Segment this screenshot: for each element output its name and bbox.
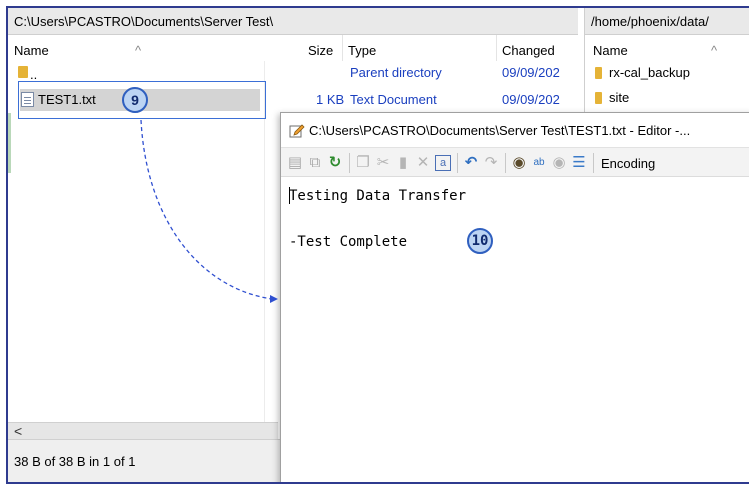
toolbar-separator bbox=[505, 153, 506, 173]
folder-icon bbox=[595, 92, 602, 104]
parent-folder-icon bbox=[18, 66, 28, 78]
file-changed: 09/09/202 bbox=[502, 92, 560, 107]
folder-icon bbox=[595, 67, 602, 79]
sort-ascending-icon: ^ bbox=[711, 43, 718, 58]
remote-row-rx-cal-backup[interactable]: rx-cal_backup bbox=[585, 63, 749, 83]
file-changed: 09/09/202 bbox=[502, 65, 560, 80]
horizontal-scrollbar[interactable]: < bbox=[8, 422, 278, 439]
find-icon[interactable]: ◉ bbox=[511, 155, 527, 171]
step-10-badge: 10 bbox=[467, 228, 493, 254]
find-next-icon[interactable]: ◉ bbox=[551, 155, 567, 171]
editor-text-area[interactable]: Testing Data Transfer -Test Complete 10 bbox=[281, 178, 749, 482]
undo-icon[interactable]: ↶ bbox=[463, 155, 479, 171]
file-type: Parent directory bbox=[350, 65, 442, 80]
status-text: 38 B of 38 B in 1 of 1 bbox=[14, 454, 136, 469]
editor-title-text: C:\Users\PCASTRO\Documents\Server Test\T… bbox=[309, 123, 691, 138]
cut-icon[interactable]: ✂ bbox=[375, 155, 391, 171]
select-all-icon[interactable]: a bbox=[435, 155, 451, 171]
redo-icon[interactable]: ↷ bbox=[483, 155, 499, 171]
remote-row-site[interactable]: site bbox=[585, 88, 749, 108]
reload-icon[interactable]: ↻ bbox=[327, 155, 343, 171]
column-size[interactable]: Size bbox=[308, 43, 333, 58]
file-size: 1 KB bbox=[316, 92, 345, 107]
editor-title-bar[interactable]: C:\Users\PCASTRO\Documents\Server Test\T… bbox=[281, 113, 749, 147]
column-divider[interactable] bbox=[496, 35, 497, 61]
replace-icon[interactable]: ab bbox=[531, 155, 547, 171]
save-icon[interactable]: ▤ bbox=[287, 155, 303, 171]
toolbar-separator bbox=[349, 153, 350, 173]
editor-window[interactable]: C:\Users\PCASTRO\Documents\Server Test\T… bbox=[280, 112, 749, 482]
goto-line-icon[interactable]: ☰ bbox=[571, 155, 587, 171]
sort-ascending-icon: ^ bbox=[135, 43, 142, 58]
remote-path-text: /home/phoenix/data/ bbox=[591, 14, 709, 29]
remote-column-header: Name ^ bbox=[585, 35, 749, 61]
encoding-menu[interactable]: Encoding bbox=[601, 156, 655, 171]
column-type[interactable]: Type bbox=[348, 43, 376, 58]
commander-window: C:\Users\PCASTRO\Documents\Server Test\ … bbox=[6, 6, 749, 484]
local-path-bar[interactable]: C:\Users\PCASTRO\Documents\Server Test\ bbox=[8, 8, 578, 35]
editor-line-3: -Test Complete bbox=[289, 234, 408, 250]
column-divider[interactable] bbox=[342, 35, 343, 61]
copy-icon[interactable]: ❐ bbox=[355, 155, 371, 171]
local-path-text: C:\Users\PCASTRO\Documents\Server Test\ bbox=[14, 14, 274, 29]
folder-name: site bbox=[609, 90, 630, 105]
column-name[interactable]: Name bbox=[593, 43, 628, 58]
file-type: Text Document bbox=[350, 92, 437, 107]
local-column-header: Name ^ Size Type Changed bbox=[8, 35, 578, 61]
table-row-parent[interactable]: .. Parent directory 09/09/202 bbox=[8, 63, 578, 83]
toolbar-separator bbox=[457, 153, 458, 173]
toolbar-separator bbox=[593, 153, 594, 173]
edit-pencil-icon bbox=[289, 124, 305, 138]
editor-line-1: Testing Data Transfer bbox=[289, 188, 467, 204]
scroll-left-icon[interactable]: < bbox=[14, 423, 22, 439]
step-9-badge: 9 bbox=[122, 87, 148, 113]
save-as-icon[interactable]: ⧉ bbox=[307, 155, 323, 171]
column-name[interactable]: Name bbox=[14, 43, 49, 58]
column-changed[interactable]: Changed bbox=[502, 43, 555, 58]
file-name: .. bbox=[30, 67, 38, 82]
editor-toolbar: ▤ ⧉ ↻ ❐ ✂ ▮ ✕ a ↶ ↷ ◉ ab ◉ ☰ Encoding bbox=[281, 147, 749, 177]
paste-icon[interactable]: ▮ bbox=[395, 155, 411, 171]
delete-icon[interactable]: ✕ bbox=[415, 155, 431, 171]
panel-edge-strip bbox=[8, 113, 11, 173]
folder-name: rx-cal_backup bbox=[609, 65, 690, 80]
remote-path-bar[interactable]: /home/phoenix/data/ bbox=[585, 8, 749, 35]
